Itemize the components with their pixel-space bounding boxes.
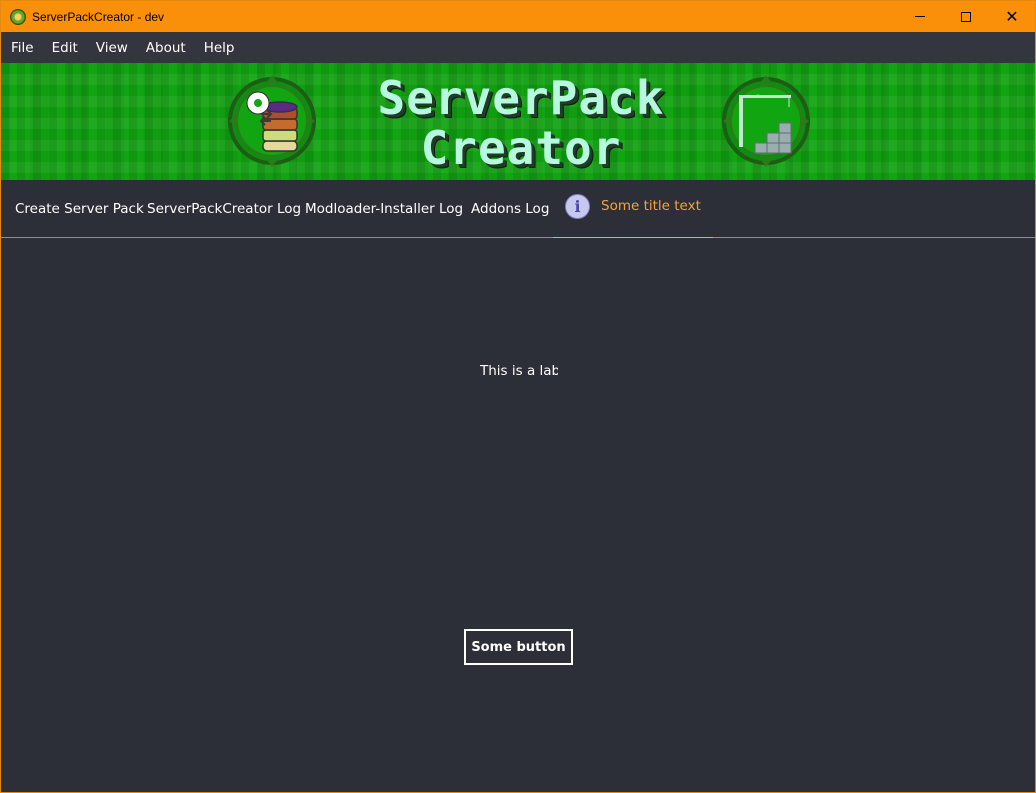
menu-about[interactable]: About	[137, 32, 195, 63]
server-database-icon	[228, 75, 316, 167]
main-content: This is a label Some button	[1, 239, 1035, 792]
minimize-button[interactable]	[897, 1, 943, 32]
minimize-icon	[915, 16, 925, 17]
tab-addons-log[interactable]: Addons Log	[471, 180, 549, 238]
menu-edit[interactable]: Edit	[43, 32, 87, 63]
some-button[interactable]: Some button	[464, 629, 573, 665]
window-controls: ✕	[897, 1, 1035, 32]
tab-label: ServerPackCreator Log	[147, 201, 302, 217]
menu-view[interactable]: View	[87, 32, 137, 63]
tab-label: Addons Log	[471, 201, 550, 217]
window-title: ServerPackCreator - dev	[32, 9, 165, 24]
banner-logo-text: ServerPack Creator	[321, 73, 721, 173]
tab-modloader-installer-log[interactable]: Modloader-Installer Log	[305, 180, 463, 238]
tab-serverpackcreator-log[interactable]: ServerPackCreator Log	[147, 180, 301, 238]
menu-bar: File Edit View About Help	[1, 32, 1035, 63]
menu-help[interactable]: Help	[195, 32, 244, 63]
tab-label: Some title text	[601, 198, 701, 214]
tab-bar: Create Server Pack ServerPackCreator Log…	[1, 180, 1035, 238]
crane-blocks-icon	[722, 75, 810, 167]
maximize-button[interactable]	[943, 1, 989, 32]
close-button[interactable]: ✕	[989, 1, 1035, 32]
tab-label: Create Server Pack	[15, 201, 144, 217]
app-logo-icon	[10, 8, 26, 25]
info-icon: i	[565, 193, 590, 219]
tab-label: Modloader-Installer Log	[305, 201, 464, 217]
title-bar[interactable]: ServerPackCreator - dev ✕	[1, 1, 1035, 32]
tab-create-server-pack[interactable]: Create Server Pack	[15, 180, 144, 238]
tab-some-title-text[interactable]: i Some title text	[553, 180, 713, 238]
banner-title-line2: Creator	[420, 121, 622, 175]
app-window: ServerPackCreator - dev ✕ File Edit View…	[0, 0, 1036, 793]
maximize-icon	[961, 11, 971, 22]
close-icon: ✕	[1005, 6, 1019, 26]
menu-file[interactable]: File	[1, 32, 43, 63]
banner-title-line1: ServerPack	[377, 71, 665, 125]
content-label: This is a label	[480, 363, 558, 379]
header-banner: ServerPack Creator	[1, 63, 1035, 180]
